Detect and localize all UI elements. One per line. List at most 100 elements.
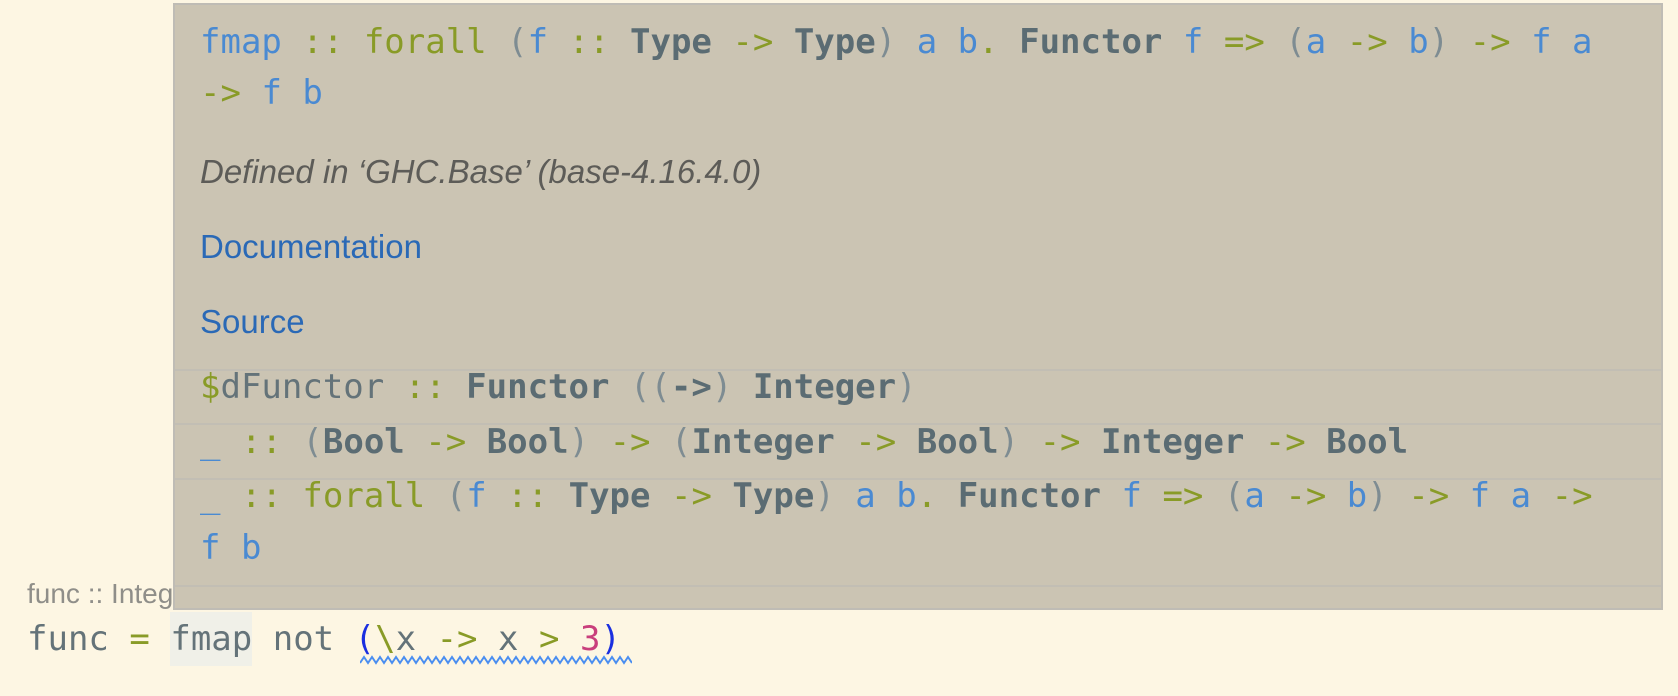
code-token: b — [1346, 476, 1368, 516]
code-token: _ — [200, 476, 221, 516]
documentation-link[interactable]: Documentation — [200, 221, 422, 272]
instance-row: _ :: (Bool -> Bool) -> (Integer -> Bool)… — [200, 417, 1408, 468]
code-token: Functor — [1019, 22, 1163, 62]
code-token: -> — [1551, 476, 1593, 516]
code-token: ) — [998, 422, 1020, 462]
code-token: :: — [568, 22, 610, 62]
code-token: Integer — [752, 367, 897, 407]
code-token: ) — [1428, 22, 1450, 62]
code-token: b — [240, 528, 262, 568]
code-token: f — [1531, 22, 1552, 62]
code-token: = — [129, 619, 150, 659]
code-token: -> — [732, 22, 774, 62]
code-token: -> — [1408, 476, 1450, 516]
code-token: => — [1162, 476, 1204, 516]
code-token: Bool — [1326, 422, 1409, 462]
code-token: Functor — [957, 476, 1101, 516]
code-token: (( — [629, 367, 671, 407]
code-token: a — [1305, 22, 1327, 62]
instance-row-continuation: f b — [200, 523, 261, 574]
code-token: -> — [670, 476, 712, 516]
code-token: func — [27, 619, 109, 659]
code-token: -> — [855, 422, 897, 462]
code-token: b — [1408, 22, 1429, 62]
code-token: Integer — [1101, 422, 1245, 462]
hovered-identifier[interactable]: fmap — [170, 612, 253, 666]
code-token: :: — [302, 22, 344, 62]
code-token: forall — [302, 476, 426, 516]
code-token: -> — [425, 422, 467, 462]
signature-line-2: -> f b — [200, 68, 323, 119]
code-token: ) — [568, 422, 590, 462]
code-token: ) — [711, 367, 733, 407]
code-token: ) — [875, 22, 897, 62]
code-token: a — [1572, 22, 1593, 62]
code-token: Type — [732, 476, 815, 516]
code-token: _ — [200, 422, 221, 462]
hover-tooltip: fmap :: forall (f :: Type -> Type) a b. … — [173, 3, 1663, 610]
source-link[interactable]: Source — [200, 296, 305, 347]
code-token: a — [1244, 476, 1265, 516]
code-token: f — [1121, 476, 1142, 516]
code-token: forall — [363, 22, 487, 62]
code-token: Type — [630, 22, 712, 62]
code-token: a — [916, 22, 938, 62]
code-token: f — [527, 22, 549, 62]
code-token: ( — [302, 422, 323, 462]
code-token: ) — [1367, 476, 1388, 516]
code-token: Bool — [486, 422, 569, 462]
code-token: ) — [896, 367, 917, 407]
code-token: f — [200, 528, 221, 568]
code-token: dFunctor — [220, 367, 385, 407]
code-token: -> — [1346, 22, 1388, 62]
code-token: Bool — [322, 422, 405, 462]
code-token: $ — [200, 367, 221, 407]
code-token: ( — [445, 476, 467, 516]
divider — [175, 585, 1661, 587]
code-token: :: — [240, 476, 282, 516]
diagnostic-squiggle[interactable] — [360, 655, 632, 665]
code-token: Type — [793, 22, 876, 62]
code-token: Bool — [916, 422, 999, 462]
code-token: ( — [671, 422, 692, 462]
